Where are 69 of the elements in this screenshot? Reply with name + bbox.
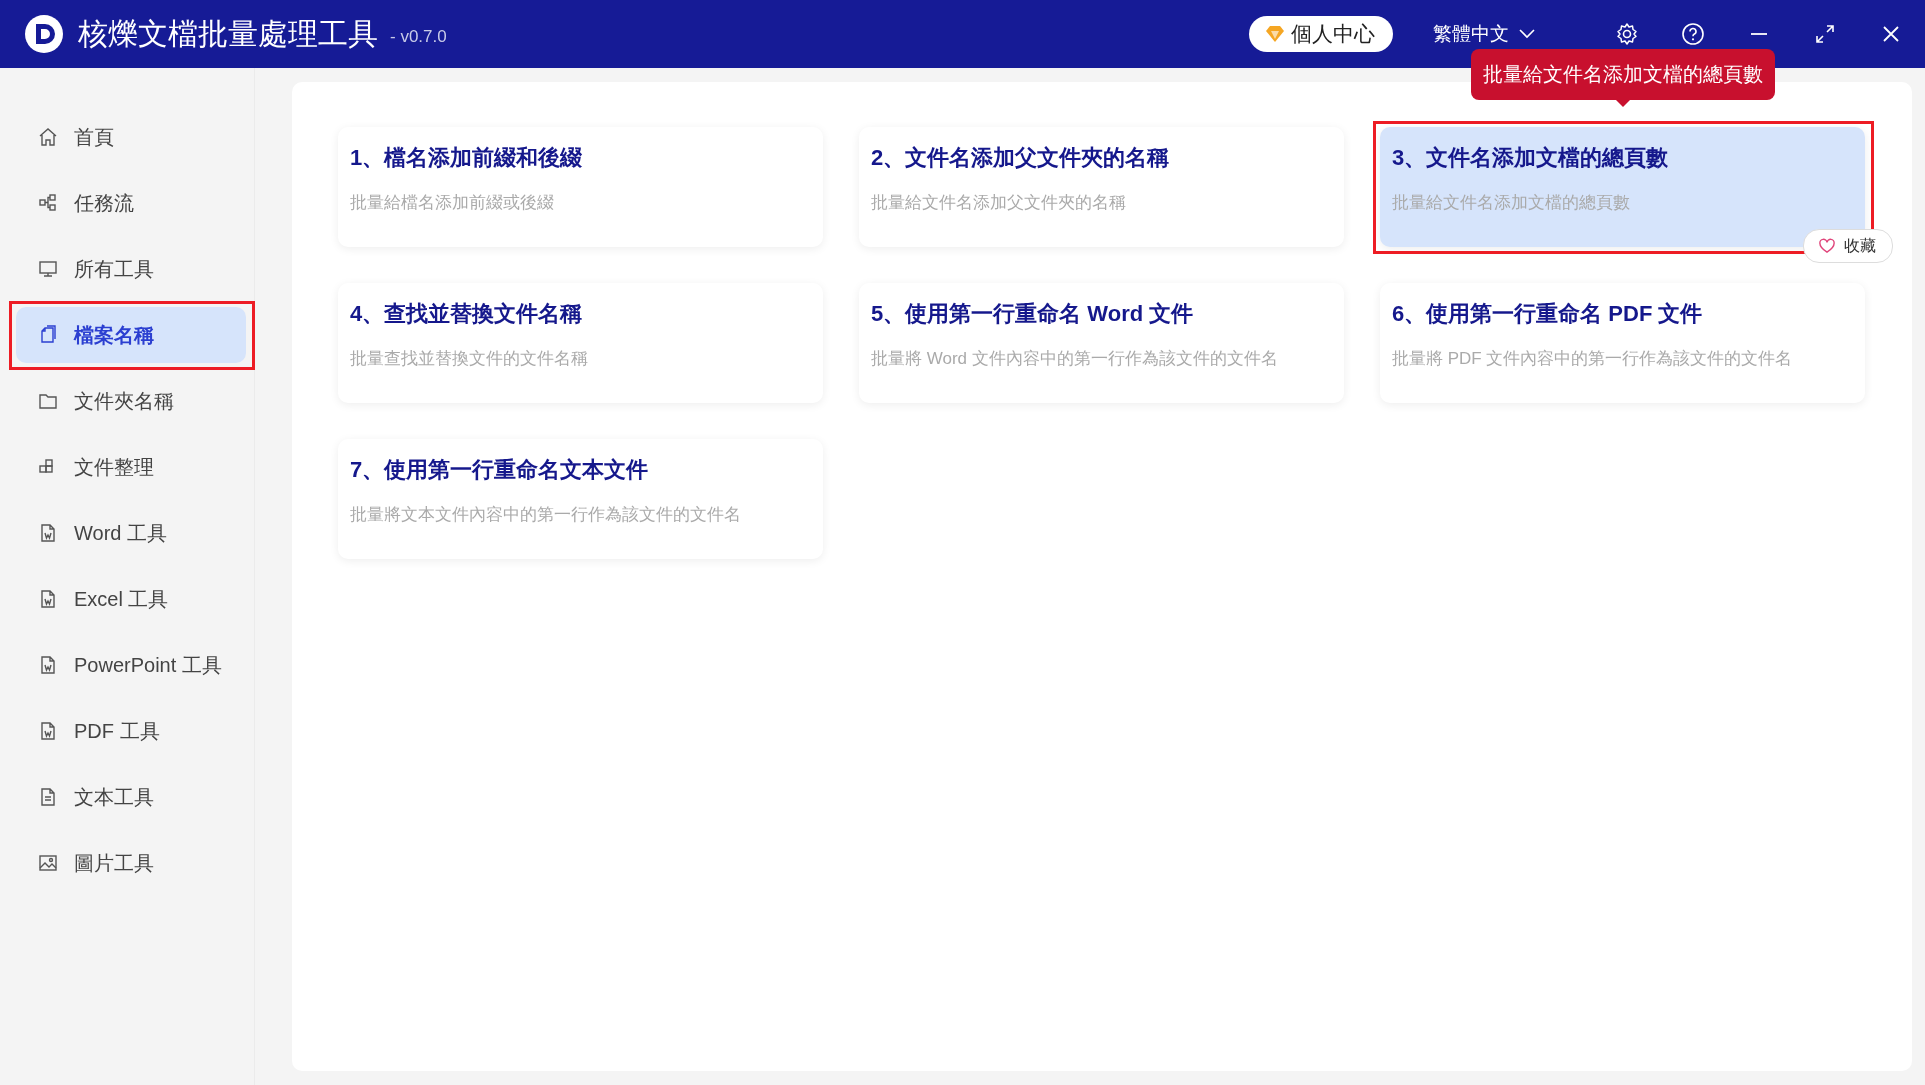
- sidebar-label: 所有工具: [74, 256, 154, 282]
- caret-icon: [1519, 29, 1535, 39]
- help-icon[interactable]: [1681, 22, 1705, 46]
- doc-icon: [38, 589, 58, 609]
- card-description: 批量給文件名添加父文件夾的名稱: [871, 192, 1127, 214]
- image-icon: [38, 853, 58, 873]
- favorite-button[interactable]: 收藏: [1803, 229, 1893, 263]
- tool-card[interactable]: 4、查找並替換文件名稱 批量查找並替換文件的文件名稱: [338, 283, 823, 403]
- sidebar-label: 首頁: [74, 124, 114, 150]
- tooltip-pointer-icon: [1614, 99, 1631, 107]
- flow-icon: [38, 193, 58, 213]
- sidebar-label: PDF 工具: [74, 718, 160, 744]
- account-button[interactable]: 個人中心: [1249, 16, 1393, 52]
- card-title: 5、使用第一行重命名 Word 文件: [871, 300, 1195, 328]
- card-title: 7、使用第一行重命名文本文件: [350, 456, 650, 484]
- doc-icon: [38, 655, 58, 675]
- sidebar-label: Word 工具: [74, 520, 167, 546]
- heart-icon: [1818, 238, 1836, 254]
- version-label: - v0.7.0: [390, 27, 447, 47]
- sidebar-item[interactable]: 文件夾名稱: [16, 373, 246, 429]
- sidebar-label: 文件夾名稱: [74, 388, 174, 414]
- card-description: 批量查找並替換文件的文件名稱: [350, 348, 589, 370]
- card-description: 批量將 Word 文件內容中的第一行作為該文件的文件名: [871, 348, 1279, 370]
- logo-icon: [24, 14, 64, 54]
- sidebar-item[interactable]: 圖片工具: [16, 835, 246, 891]
- window-title: 核爍文檔批量處理工具: [78, 15, 378, 52]
- tool-card[interactable]: 2、文件名添加父文件夾的名稱 批量給文件名添加父文件夾的名稱: [859, 127, 1344, 247]
- card-title: 1、檔名添加前綴和後綴: [350, 144, 584, 172]
- sidebar-label: 檔案名稱: [74, 322, 154, 348]
- card-description: 批量將 PDF 文件內容中的第一行作為該文件的文件名: [1392, 348, 1794, 370]
- files-icon: [38, 325, 58, 345]
- gem-icon: [1265, 25, 1285, 43]
- maximize-icon[interactable]: [1813, 22, 1837, 46]
- doc-icon: [38, 721, 58, 741]
- language-dropdown[interactable]: 繁體中文: [1433, 21, 1535, 47]
- sidebar-item[interactable]: 檔案名稱: [16, 307, 246, 363]
- monitor-icon: [38, 259, 58, 279]
- card-title: 6、使用第一行重命名 PDF 文件: [1392, 300, 1704, 328]
- tool-card[interactable]: 1、檔名添加前綴和後綴 批量給檔名添加前綴或後綴: [338, 127, 823, 247]
- sidebar-item[interactable]: 所有工具: [16, 241, 246, 297]
- sidebar-item[interactable]: 首頁: [16, 109, 246, 165]
- settings-icon[interactable]: [1615, 22, 1639, 46]
- tool-card[interactable]: 6、使用第一行重命名 PDF 文件 批量將 PDF 文件內容中的第一行作為該文件的文件名: [1380, 283, 1865, 403]
- card-description: 批量給檔名添加前綴或後綴: [350, 192, 555, 214]
- sidebar-label: 文本工具: [74, 784, 154, 810]
- sidebar-item[interactable]: Word 工具: [16, 505, 246, 561]
- folder-icon: [38, 391, 58, 411]
- sidebar-item[interactable]: 文本工具: [16, 769, 246, 825]
- tool-card[interactable]: 5、使用第一行重命名 Word 文件 批量將 Word 文件內容中的第一行作為該文件的文件名: [859, 283, 1344, 403]
- card-description: 批量給文件名添加文檔的總頁數: [1392, 192, 1631, 214]
- sidebar-item[interactable]: 任務流: [16, 175, 246, 231]
- card-title: 2、文件名添加父文件夾的名稱: [871, 144, 1171, 172]
- home-icon: [38, 127, 58, 147]
- text-icon: [38, 787, 58, 807]
- sidebar-item[interactable]: 文件整理: [16, 439, 246, 495]
- sidebar-label: 任務流: [74, 190, 134, 216]
- sidebar-item[interactable]: PowerPoint 工具: [16, 637, 246, 693]
- sidebar-item[interactable]: PDF 工具: [16, 703, 246, 759]
- tool-card[interactable]: 7、使用第一行重命名文本文件 批量將文本文件內容中的第一行作為該文件的文件名: [338, 439, 823, 559]
- sidebar-label: PowerPoint 工具: [74, 652, 222, 678]
- sidebar-item[interactable]: Excel 工具: [16, 571, 246, 627]
- sidebar-label: 文件整理: [74, 454, 154, 480]
- sidebar-label: Excel 工具: [74, 586, 169, 612]
- sidebar-label: 圖片工具: [74, 850, 154, 876]
- tooltip: 批量給文件名添加文檔的總頁數: [1470, 49, 1775, 100]
- card-title: 4、查找並替換文件名稱: [350, 300, 584, 328]
- card-description: 批量將文本文件內容中的第一行作為該文件的文件名: [350, 504, 742, 526]
- doc-icon: [38, 523, 58, 543]
- card-title: 3、文件名添加文檔的總頁數: [1392, 144, 1670, 172]
